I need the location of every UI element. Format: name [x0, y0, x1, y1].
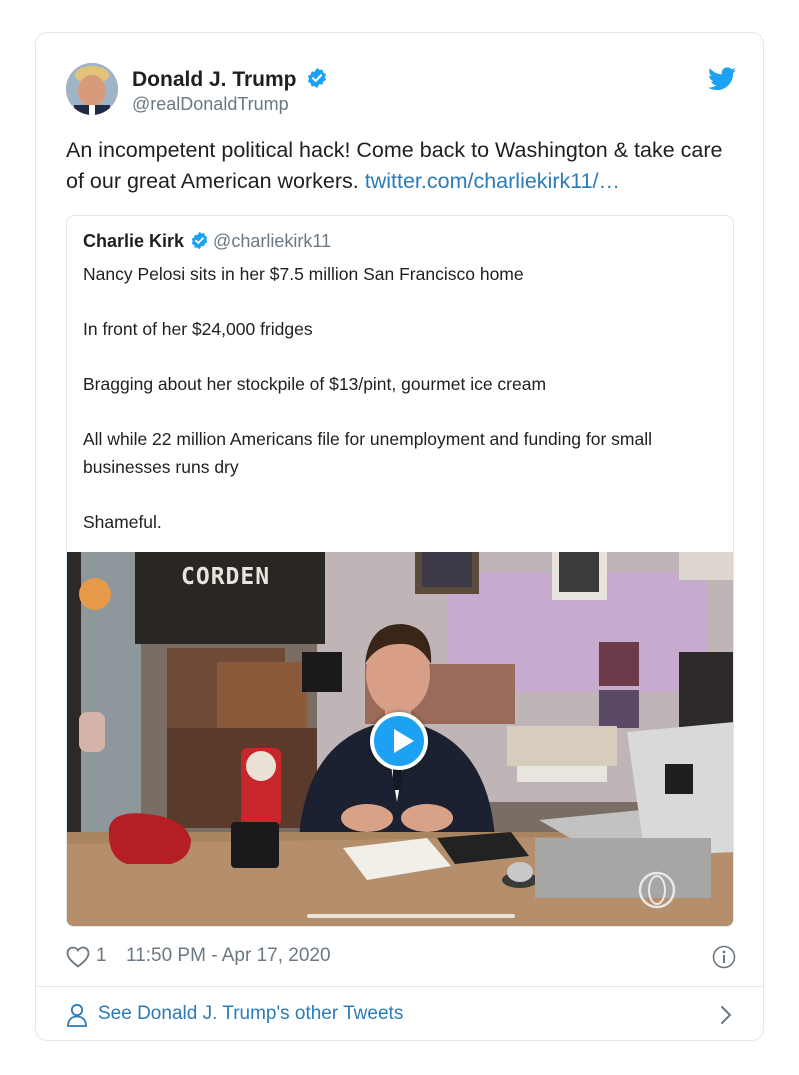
tweet-timestamp[interactable]: 11:50 PM - Apr 17, 2020: [126, 945, 331, 967]
verified-badge-icon: [191, 231, 208, 250]
quoted-author-handle[interactable]: @charliekirk11: [213, 231, 331, 251]
quoted-tweet[interactable]: Charlie Kirk @charliekirk11 Nancy Pelosi…: [66, 215, 734, 927]
tweet-text: An incompetent political hack! Come back…: [66, 135, 736, 197]
video-sign-text: CORDEN: [181, 564, 271, 590]
tweet-meta: 1 11:50 PM - Apr 17, 2020: [66, 943, 736, 971]
twitter-bird-icon[interactable]: [708, 67, 736, 91]
author-name[interactable]: Donald J. Trump: [132, 67, 328, 92]
quoted-paragraph: Bragging about her stockpile of $13/pint…: [83, 374, 547, 394]
tweet-link[interactable]: twitter.com/charliekirk11/…: [365, 169, 620, 193]
quoted-paragraph: All while 22 million Americans file for …: [83, 429, 653, 477]
person-icon: [67, 1003, 87, 1027]
verified-badge-icon: [308, 67, 327, 89]
play-icon[interactable]: [370, 712, 428, 770]
author-handle[interactable]: @realDonaldTrump: [132, 94, 289, 115]
author-avatar[interactable]: [66, 63, 118, 115]
quoted-paragraph: In front of her $24,000 fridges: [83, 319, 313, 339]
like-count: 1: [96, 945, 107, 966]
heart-icon[interactable]: [66, 946, 90, 968]
quoted-paragraph: Nancy Pelosi sits in her $7.5 million Sa…: [83, 264, 524, 284]
quoted-paragraph: Shameful.: [83, 512, 162, 532]
see-other-tweets-link[interactable]: See Donald J. Trump's other Tweets: [98, 1003, 403, 1025]
chevron-right-icon[interactable]: [719, 1004, 733, 1026]
other-tweets-footer[interactable]: See Donald J. Trump's other Tweets: [36, 986, 763, 1040]
quoted-author-name[interactable]: Charlie Kirk: [83, 231, 184, 251]
quoted-tweet-text: Nancy Pelosi sits in her $7.5 million Sa…: [83, 260, 719, 563]
info-icon[interactable]: [712, 945, 736, 969]
author-name-text: Donald J. Trump: [132, 68, 297, 91]
tweet-header: Donald J. Trump @realDonaldTrump: [66, 63, 736, 119]
quoted-tweet-header: Charlie Kirk @charliekirk11: [83, 231, 331, 252]
embedded-tweet-card: Donald J. Trump @realDonaldTrump An inco…: [35, 32, 764, 1041]
video-progress-bar[interactable]: [307, 914, 515, 918]
video-player[interactable]: CORDEN: [67, 552, 733, 926]
